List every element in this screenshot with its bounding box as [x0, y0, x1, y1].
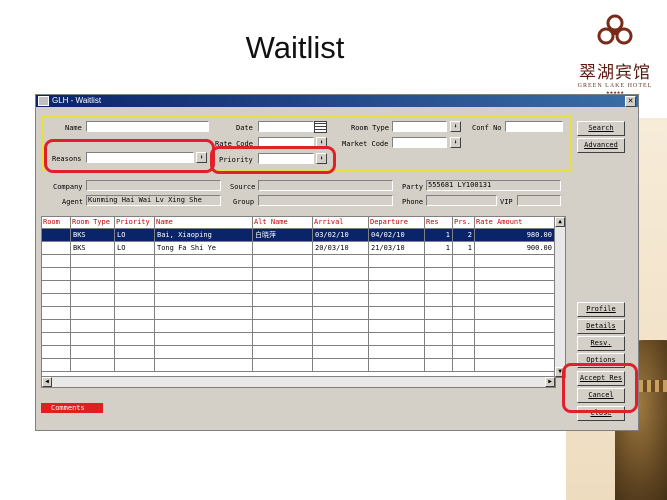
source-field[interactable] [258, 180, 393, 191]
column-header[interactable]: Departure [369, 217, 425, 228]
room-type-cell: BKS [71, 229, 115, 241]
window-titlebar[interactable]: GLH - Waitlist ✕ [36, 95, 638, 107]
comments-button[interactable]: Comments [41, 403, 103, 413]
column-header[interactable]: Room [42, 217, 71, 228]
scroll-left-icon[interactable]: ◀ [42, 377, 52, 387]
vip-field[interactable] [517, 195, 561, 206]
group-field[interactable] [258, 195, 393, 206]
accept-cancel-highlight [562, 363, 638, 413]
priority-highlight [210, 146, 336, 174]
search-button[interactable]: Search [577, 121, 625, 136]
res-cell: 1 [425, 229, 453, 241]
priority-cell: LO [115, 242, 155, 254]
scroll-right-icon[interactable]: ▶ [545, 377, 555, 387]
details-button[interactable]: Details [577, 319, 625, 334]
table-row[interactable] [42, 333, 555, 346]
party-field[interactable]: 555681 LY100131 [426, 180, 561, 191]
alt-name-cell: 白晓萍 [253, 229, 313, 241]
conf-no-label: Conf No [472, 124, 502, 132]
market-code-dropdown-icon[interactable]: ⬇ [450, 137, 461, 148]
profile-button[interactable]: Profile [577, 302, 625, 317]
window-close-button[interactable]: ✕ [625, 96, 636, 107]
priority-cell: LO [115, 229, 155, 241]
horizontal-scrollbar[interactable]: ◀ ▶ [41, 376, 556, 388]
prs-cell: 2 [453, 229, 475, 241]
agent-label: Agent [62, 198, 84, 206]
vip-label: VIP [500, 198, 513, 206]
market-code-field[interactable] [392, 137, 447, 148]
advanced-button[interactable]: Advanced [577, 138, 625, 153]
arrival-cell: 03/02/10 [313, 229, 369, 241]
name-field[interactable] [86, 121, 209, 132]
departure-cell: 04/02/10 [369, 229, 425, 241]
column-header[interactable]: Priority [115, 217, 155, 228]
window-title: GLH - Waitlist [52, 96, 102, 105]
market-code-label: Market Code [342, 140, 389, 148]
table-row[interactable] [42, 346, 555, 359]
group-label: Group [233, 198, 255, 206]
column-header[interactable]: Name [155, 217, 253, 228]
name-label: Name [65, 124, 82, 132]
conf-no-field[interactable] [505, 121, 563, 132]
table-row[interactable] [42, 281, 555, 294]
name-cell: Bai, Xiaoping [155, 229, 253, 241]
table-header: Room Room Type Priority Name Alt Name Ar… [42, 217, 555, 229]
logo-chinese-name: 翠湖宾馆 [579, 63, 651, 83]
departure-cell: 21/03/10 [369, 242, 425, 254]
party-label: Party [402, 183, 424, 191]
phone-label: Phone [402, 198, 424, 206]
company-label: Company [53, 183, 83, 191]
calendar-icon[interactable] [314, 121, 327, 133]
arrival-cell: 20/03/10 [313, 242, 369, 254]
room-type-cell: BKS [71, 242, 115, 254]
waitlist-table: Room Room Type Priority Name Alt Name Ar… [41, 216, 556, 378]
room-cell [42, 229, 71, 241]
table-row[interactable] [42, 294, 555, 307]
waitlist-window: GLH - Waitlist ✕ Name Date Room Type ⬇ C… [35, 94, 639, 431]
column-header[interactable]: Rate Amount [475, 217, 555, 228]
res-cell: 1 [425, 242, 453, 254]
source-label: Source [230, 183, 256, 191]
room-type-label: Room Type [351, 124, 389, 132]
table-row[interactable]: BKS LO Tong Fa Shi Ye 20/03/10 21/03/10 … [42, 242, 555, 255]
room-type-field[interactable] [392, 121, 447, 132]
slide-title: Waitlist [245, 30, 345, 65]
rate-cell: 980.00 [475, 229, 555, 241]
phone-field[interactable] [426, 195, 497, 206]
table-row[interactable] [42, 359, 555, 372]
column-header[interactable]: Arrival [313, 217, 369, 228]
company-field[interactable] [86, 180, 221, 191]
table-row[interactable] [42, 268, 555, 281]
table-row[interactable] [42, 307, 555, 320]
table-row[interactable]: BKS LO Bai, Xiaoping 白晓萍 03/02/10 04/02/… [42, 229, 555, 242]
flower-logo-icon [597, 14, 633, 45]
table-row[interactable] [42, 255, 555, 268]
agent-field[interactable]: Kunming Hai Wai Lv Xing She [86, 195, 221, 206]
alt-name-cell [253, 242, 313, 254]
date-label: Date [236, 124, 253, 132]
column-header[interactable]: Room Type [71, 217, 115, 228]
prs-cell: 1 [453, 242, 475, 254]
reasons-highlight [44, 139, 215, 173]
column-header[interactable]: Alt Name [253, 217, 313, 228]
date-field[interactable] [258, 121, 314, 132]
vertical-scrollbar[interactable]: ▲ ▼ [554, 216, 566, 378]
column-header[interactable]: Res [425, 217, 453, 228]
table-row[interactable] [42, 320, 555, 333]
room-cell [42, 242, 71, 254]
column-header[interactable]: Prs. [453, 217, 475, 228]
app-icon [38, 96, 49, 106]
resv-button[interactable]: Resv. [577, 336, 625, 351]
room-type-dropdown-icon[interactable]: ⬇ [450, 121, 461, 132]
rate-cell: 900.00 [475, 242, 555, 254]
name-cell: Tong Fa Shi Ye [155, 242, 253, 254]
scroll-up-icon[interactable]: ▲ [555, 217, 565, 227]
